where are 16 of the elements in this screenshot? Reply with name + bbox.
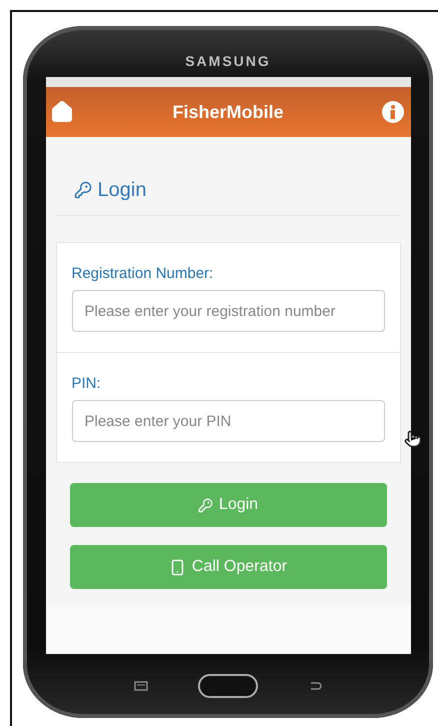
back-key-icon[interactable] (308, 681, 322, 691)
field-label: Registration Number: (72, 265, 214, 282)
brand-label: SAMSUNG (185, 53, 271, 71)
menu-key-icon[interactable] (134, 681, 148, 691)
key-icon (74, 181, 92, 199)
login-button[interactable]: Login (70, 483, 386, 527)
call-button[interactable]: Call Operator (70, 545, 386, 589)
app-title: FisherMobile (172, 102, 284, 122)
input-field[interactable]: Please enter your PIN (72, 400, 384, 442)
key-icon (198, 498, 213, 512)
info-icon[interactable] (382, 101, 404, 123)
input-field[interactable]: Please enter your registration number (72, 290, 384, 332)
home-icon[interactable] (50, 100, 74, 124)
page-title: Login (98, 178, 146, 202)
home-key[interactable] (198, 674, 258, 698)
field-label: PIN: (72, 375, 102, 392)
